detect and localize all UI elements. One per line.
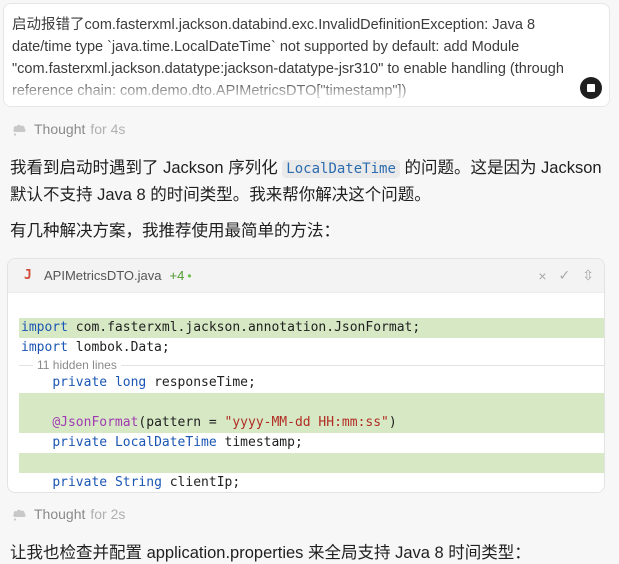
thought-label: Thought (34, 506, 86, 522)
user-message-fade (4, 80, 609, 106)
reply-text: 我看到启动时遇到了 Jackson 序列化 (10, 159, 283, 177)
user-message: 启动报错了com.fasterxml.jackson.databind.exc.… (3, 3, 610, 107)
hidden-lines-expander[interactable]: 11 hidden lines (19, 358, 604, 373)
stop-icon (587, 84, 595, 92)
code-diff-body: import com.fasterxml.jackson.annotation.… (19, 318, 604, 492)
thought-duration: for 4s (90, 121, 126, 137)
code-line: private LocalDateTime timestamp; (52, 435, 303, 450)
reply-paragraph-3: 让我也检查并配置 application.properties 来全局支持 Ja… (10, 544, 531, 562)
reply-paragraph-1: 我看到启动时遇到了 Jackson 序列化 LocalDateTime 的问题。… (10, 155, 610, 208)
code-line-added: import com.fasterxml.jackson.annotation.… (19, 318, 604, 338)
code-line: private long responseTime; (52, 375, 256, 390)
code-change-card: J APIMetricsDTO.java +4 • × ✓ ⇳ import c… (7, 258, 605, 493)
expand-icon[interactable]: ⇳ (582, 267, 594, 284)
thought-bubble-icon (13, 124, 26, 136)
accept-icon[interactable]: ✓ (559, 267, 571, 284)
thought-label: Thought (34, 121, 86, 137)
code-line-added (19, 393, 604, 413)
java-file-icon: J (24, 268, 32, 283)
code-card-actions: × ✓ ⇳ (538, 267, 594, 284)
code-line-added (19, 453, 604, 473)
code-line: private String clientIp; (52, 475, 241, 490)
code-line: import lombok.Data; (21, 340, 170, 355)
reject-icon[interactable]: × (538, 268, 546, 284)
status-dot: • (187, 268, 192, 283)
code-line-added: @JsonFormat(pattern = "yyyy-MM-dd HH:mm:… (19, 413, 604, 433)
thought-indicator[interactable]: Thought for 4s (12, 121, 125, 137)
reply-paragraph-2: 有几种解决方案，我推荐使用最简单的方法： (10, 222, 340, 240)
thought-indicator[interactable]: Thought for 2s (12, 506, 125, 522)
inline-code: LocalDateTime (282, 160, 400, 178)
stop-button[interactable] (580, 77, 602, 99)
added-lines-count: +4 (169, 268, 185, 283)
code-card-header[interactable]: J APIMetricsDTO.java +4 • × ✓ ⇳ (8, 259, 604, 293)
file-name[interactable]: APIMetricsDTO.java (44, 268, 162, 283)
thought-bubble-icon (13, 509, 26, 521)
thought-duration: for 2s (90, 506, 126, 522)
